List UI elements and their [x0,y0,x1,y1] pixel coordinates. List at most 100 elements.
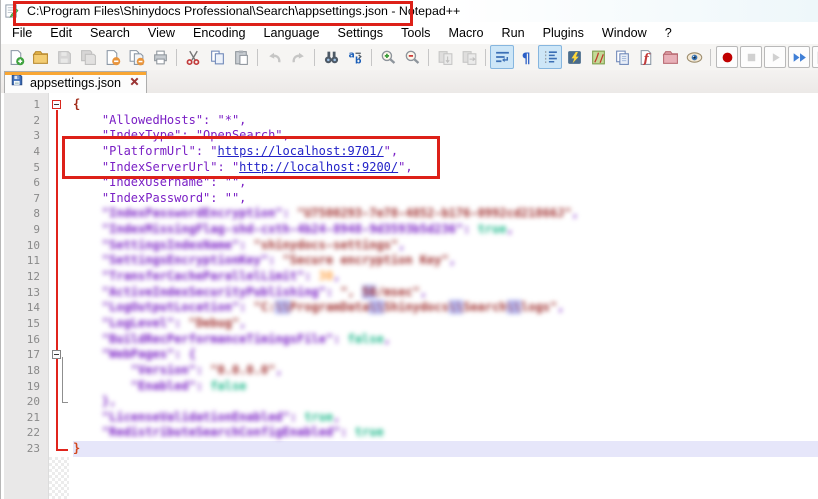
copy-button[interactable] [205,45,229,69]
code-token: \\ [369,300,383,314]
code-line-1[interactable]: { [73,97,818,113]
menu-item-macro[interactable]: Macro [439,24,492,42]
close-document-button[interactable] [100,45,124,69]
url-link[interactable]: http://localhost:9200/ [239,160,398,174]
word-wrap-icon [494,49,511,66]
code-line-6[interactable]: "IndexUsername": "", [73,175,818,191]
sync-horizontal-scrolling-button[interactable] [457,45,481,69]
close-tab-icon[interactable] [129,74,140,92]
editor-area[interactable]: 1234567891011121314151617181920212223 { … [1,93,818,499]
macro-record-button[interactable] [716,46,738,68]
code-token: "AllowedHosts": "*", [73,113,246,127]
menu-item-view[interactable]: View [139,24,184,42]
code-line-13[interactable]: "ActiveIndexSecurityPublishing": ", 50/m… [73,285,818,301]
user-defined-dialog-button[interactable] [562,45,586,69]
menu-item-help[interactable]: ? [656,24,681,42]
document-map-button[interactable] [586,45,610,69]
macro-save-button[interactable] [812,46,818,68]
code-line-2[interactable]: "AllowedHosts": "*", [73,113,818,129]
close-all-documents-button[interactable] [124,45,148,69]
new-file-icon [8,49,25,66]
code-text-area[interactable]: { "AllowedHosts": "*", "IndexType": "Ope… [69,93,818,499]
undo-button[interactable] [262,45,286,69]
fold-collapse-icon[interactable] [52,350,61,359]
lightning-icon [566,49,583,66]
document-list-button[interactable] [610,45,634,69]
print-button[interactable] [148,45,172,69]
code-line-23[interactable]: } [73,441,818,457]
tab-appsettings-json[interactable]: appsettings.json [4,71,147,93]
code-line-20[interactable]: }, [73,394,818,410]
find-button[interactable] [319,45,343,69]
code-line-16[interactable]: "BuildRecPerformanceTimingsFile": false, [73,332,818,348]
menu-item-settings[interactable]: Settings [329,24,393,42]
code-line-9[interactable]: "IndexMissingFlag-shd-cxth-4b24-8948-9d3… [73,222,818,238]
folder-as-workspace-button[interactable] [658,45,682,69]
function-list-icon: f [638,49,655,66]
menu-item-tools[interactable]: Tools [392,24,439,42]
open-file-button[interactable] [28,45,52,69]
undo-icon [266,49,283,66]
code-line-15[interactable]: "LogLevel": "Debug", [73,316,818,332]
code-line-18[interactable]: "Version": "0.0.0.0", [73,363,818,379]
sync-horizontal-icon [461,49,478,66]
zoom-in-button[interactable] [376,45,400,69]
cut-button[interactable] [181,45,205,69]
replace-button[interactable]: ab [343,45,367,69]
sync-vertical-scrolling-button[interactable] [433,45,457,69]
menu-item-plugins[interactable]: Plugins [534,24,593,42]
code-line-5[interactable]: "IndexServerUrl": "http://localhost:9200… [73,160,818,176]
code-line-19[interactable]: "Enabled": false [73,379,818,395]
code-line-3[interactable]: "IndexType": "OpenSearch", [73,128,818,144]
code-line-17[interactable]: "WebPages": { [73,347,818,363]
macro-run-multiple-button[interactable] [788,46,810,68]
redo-button[interactable] [286,45,310,69]
redacted-text: }, [73,394,116,408]
line-number: 7 [4,191,48,207]
function-list-button[interactable]: f [634,45,658,69]
menu-bar: FileEditSearchViewEncodingLanguageSettin… [1,22,818,44]
code-token: , [572,206,579,220]
code-token: \\ [449,300,463,314]
code-line-14[interactable]: "LogOutputLocation": "C:\\ProgramData\\S… [73,300,818,316]
new-file-button[interactable] [4,45,28,69]
line-number: 19 [4,379,48,395]
show-all-characters-button[interactable]: ¶ [514,45,538,69]
code-line-21[interactable]: "LicenseValidationEnabled": true, [73,410,818,426]
zoom-out-button[interactable] [400,45,424,69]
fold-row [49,285,69,301]
code-line-11[interactable]: "SettingsEncryptionKey": "Secure encrypt… [73,253,818,269]
fold-row [49,191,69,207]
macro-play-button[interactable] [764,46,786,68]
code-line-10[interactable]: "SettingsIndexName": "shinydocs-settings… [73,238,818,254]
code-token: { [73,97,80,111]
redacted-text: "Version": "0.0.0.0", [73,363,283,377]
url-link[interactable]: https://localhost:9701/ [218,144,384,158]
fold-collapse-icon[interactable] [52,100,61,109]
menu-item-encoding[interactable]: Encoding [184,24,255,42]
menu-item-language[interactable]: Language [255,24,329,42]
monitoring-button[interactable] [682,45,706,69]
menu-item-file[interactable]: File [3,24,41,42]
code-line-22[interactable]: "RedistributeSearchConfigEnabled": true [73,425,818,441]
menu-item-search[interactable]: Search [81,24,139,42]
menu-item-window[interactable]: Window [593,24,656,42]
code-line-4[interactable]: "PlatformUrl": "https://localhost:9701/"… [73,144,818,160]
paste-button[interactable] [229,45,253,69]
tab-bar: appsettings.json [1,70,818,94]
save-all-button[interactable] [76,45,100,69]
show-indent-guide-button[interactable] [538,45,562,69]
code-line-12[interactable]: "TransferCacheParallelLimit": 30, [73,269,818,285]
toolbar-separator [428,49,429,66]
menu-item-run[interactable]: Run [492,24,533,42]
line-number: 14 [4,300,48,316]
fold-row [49,332,69,348]
code-token: "BuildRecPerformanceTimingsFile": [73,332,348,346]
code-line-7[interactable]: "IndexPassword": "", [73,191,818,207]
code-line-8[interactable]: "IndexPasswordEncryption": "U7500293-7e7… [73,206,818,222]
macro-stop-button[interactable] [740,46,762,68]
code-token: "shinydocs-settings" [254,238,399,252]
word-wrap-button[interactable] [490,45,514,69]
save-button[interactable] [52,45,76,69]
menu-item-edit[interactable]: Edit [41,24,81,42]
